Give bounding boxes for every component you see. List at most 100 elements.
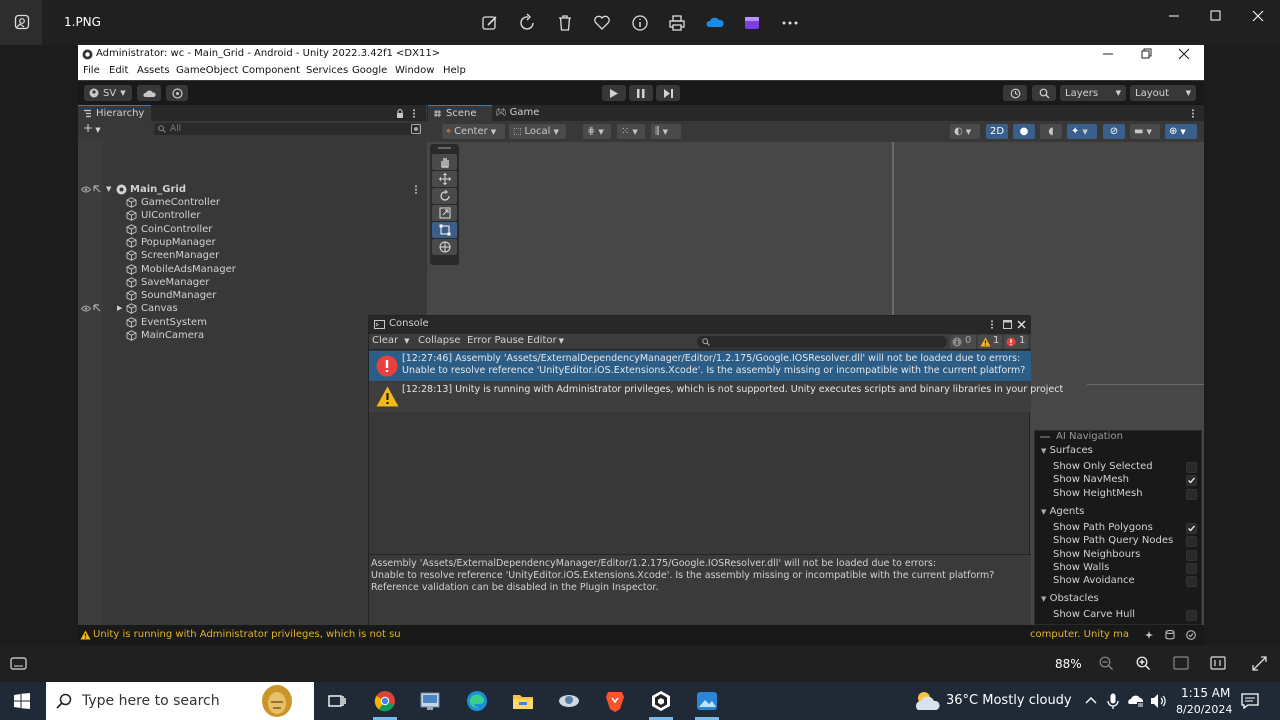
collab-button[interactable] (166, 85, 188, 101)
gallery-button[interactable] (0, 0, 42, 45)
brave-icon[interactable] (603, 689, 627, 713)
edge-icon[interactable] (465, 689, 489, 713)
task-view-icon[interactable] (325, 689, 349, 713)
rotate-tool[interactable] (432, 188, 457, 204)
clock-date[interactable]: 8/20/2024 (1176, 703, 1232, 716)
progress-check-icon[interactable] (1186, 630, 1196, 640)
hidden-objects-toggle[interactable]: ⊘ (1103, 124, 1125, 139)
more-icon[interactable] (780, 13, 800, 33)
hierarchy-item[interactable]: SoundManager (78, 289, 426, 302)
ai-option-checkbox[interactable] (1186, 576, 1197, 588)
unity-close-icon[interactable] (1176, 47, 1192, 61)
lock-icon[interactable] (396, 109, 404, 118)
tab-scene[interactable]: Scene (428, 105, 492, 121)
status-message[interactable]: Unity is running with Administrator priv… (93, 629, 401, 640)
menu-edit[interactable]: Edit (109, 65, 128, 76)
toggle-2d-button[interactable]: 2D (986, 124, 1008, 139)
filmstrip-icon[interactable] (10, 657, 27, 670)
hierarchy-item[interactable]: ScreenManager (78, 249, 426, 262)
unity-minimize-icon[interactable] (1100, 47, 1116, 61)
viewer-close-icon[interactable] (1246, 8, 1270, 24)
eye-icon[interactable] (81, 186, 91, 193)
tab-hierarchy[interactable]: Hierarchy (78, 105, 151, 121)
maximize-icon[interactable] (1003, 320, 1012, 329)
menu-google[interactable]: Google (352, 65, 387, 76)
search-button[interactable] (1032, 85, 1056, 101)
console-search-input[interactable] (697, 336, 947, 348)
kebab-menu-icon[interactable] (412, 109, 416, 118)
audio-toggle[interactable]: ◖ (1040, 124, 1062, 139)
effects-dropdown[interactable]: ✦ ▼ (1067, 124, 1097, 139)
zoom-out-icon[interactable] (1099, 656, 1114, 671)
network-icon[interactable] (1127, 694, 1145, 708)
cloud-button[interactable] (137, 85, 161, 101)
weather-text[interactable]: 36°C Mostly cloudy (946, 693, 1072, 708)
notification-icon[interactable] (1241, 693, 1259, 709)
close-icon[interactable] (1017, 320, 1026, 329)
clear-button[interactable]: Clear ▼ (372, 335, 410, 346)
edit-icon[interactable] (480, 13, 500, 33)
weather-cloudy-icon[interactable] (913, 690, 941, 712)
scale-tool[interactable] (432, 205, 457, 221)
hierarchy-item[interactable]: UIController (78, 209, 426, 222)
menu-window[interactable]: Window (395, 65, 434, 76)
console-message-error[interactable]: [12:27:46] Assembly 'Assets/ExternalDepe… (369, 351, 1031, 381)
tab-console[interactable]: Console (371, 318, 429, 329)
print-icon[interactable] (667, 13, 687, 33)
tab-game[interactable]: 🎮︎ Game (495, 105, 539, 118)
debug-icon[interactable] (1144, 630, 1154, 640)
menu-help[interactable]: Help (443, 65, 466, 76)
grid-dropdown[interactable]: ⁙ ▼ (617, 124, 645, 139)
rotate-icon[interactable] (518, 13, 538, 33)
status-message-tail[interactable]: computer. Unity ma (1030, 629, 1129, 640)
menu-services[interactable]: Services (306, 65, 348, 76)
volume-icon[interactable] (1150, 693, 1168, 709)
taskbar-search-input[interactable]: Type here to search (46, 682, 314, 720)
lighting-toggle[interactable]: ● (1013, 124, 1035, 139)
hierarchy-scene-row[interactable]: ▼ Main_Grid (78, 183, 426, 196)
eye-icon[interactable] (81, 305, 91, 312)
fullscreen-icon[interactable] (1252, 656, 1267, 671)
ai-option-checkbox[interactable] (1186, 610, 1197, 622)
draw-mode-dropdown[interactable]: ◐ ▼ (950, 124, 980, 139)
ai-option-checkbox[interactable] (1186, 536, 1197, 548)
collapse-toggle[interactable]: Collapse (418, 335, 461, 346)
ai-option-checkbox[interactable] (1186, 462, 1197, 473)
clipchamp-icon[interactable] (742, 13, 762, 33)
actual-size-icon[interactable] (1210, 656, 1226, 670)
drag-handle[interactable] (438, 147, 451, 149)
kebab-menu-icon[interactable] (414, 185, 418, 194)
step-button[interactable] (656, 85, 680, 101)
menu-component[interactable]: Component (242, 65, 300, 76)
hierarchy-search-input[interactable]: All (154, 123, 418, 135)
camera-dropdown[interactable]: ▬ ▼ (1130, 124, 1160, 139)
warning-filter-toggle[interactable]: 1 (978, 335, 1002, 349)
chevron-up-icon[interactable] (1085, 695, 1097, 707)
ai-option-checkbox[interactable] (1186, 549, 1197, 561)
layout-dropdown[interactable]: Layout ▼ (1130, 85, 1196, 101)
zoom-in-icon[interactable] (1136, 656, 1151, 671)
hierarchy-item[interactable]: ▶ Canvas (78, 302, 426, 315)
app-icon[interactable] (557, 689, 581, 713)
hierarchy-item[interactable]: PopupManager (78, 236, 426, 249)
ai-option-checkbox[interactable] (1186, 522, 1197, 534)
menu-assets[interactable]: Assets (137, 65, 170, 76)
hierarchy-item[interactable]: CoinController (78, 223, 426, 236)
log-filter-toggle[interactable]: 0 (950, 335, 976, 349)
snap-grid-dropdown[interactable]: ⋕ ▼ (583, 124, 611, 139)
viewer-minimize-icon[interactable] (1162, 8, 1186, 24)
favorite-icon[interactable] (592, 13, 612, 33)
ai-option-checkbox[interactable] (1186, 562, 1197, 574)
ai-option-checkbox[interactable] (1186, 488, 1197, 500)
control-panel-icon[interactable] (418, 689, 442, 713)
ai-option-checkbox[interactable] (1186, 475, 1197, 487)
move-tool[interactable] (432, 171, 457, 187)
expand-arrow-icon[interactable]: ▶ (117, 302, 122, 315)
account-dropdown[interactable]: SV ▼ (84, 85, 132, 101)
menu-gameobject[interactable]: GameObject (176, 65, 238, 76)
microphone-icon[interactable] (1107, 693, 1119, 709)
photos-app-icon[interactable] (695, 689, 719, 713)
layers-dropdown[interactable]: Layers ▼ (1060, 85, 1126, 101)
viewer-maximize-icon[interactable] (1203, 8, 1227, 24)
error-filter-toggle[interactable]: 1 (1004, 335, 1028, 349)
